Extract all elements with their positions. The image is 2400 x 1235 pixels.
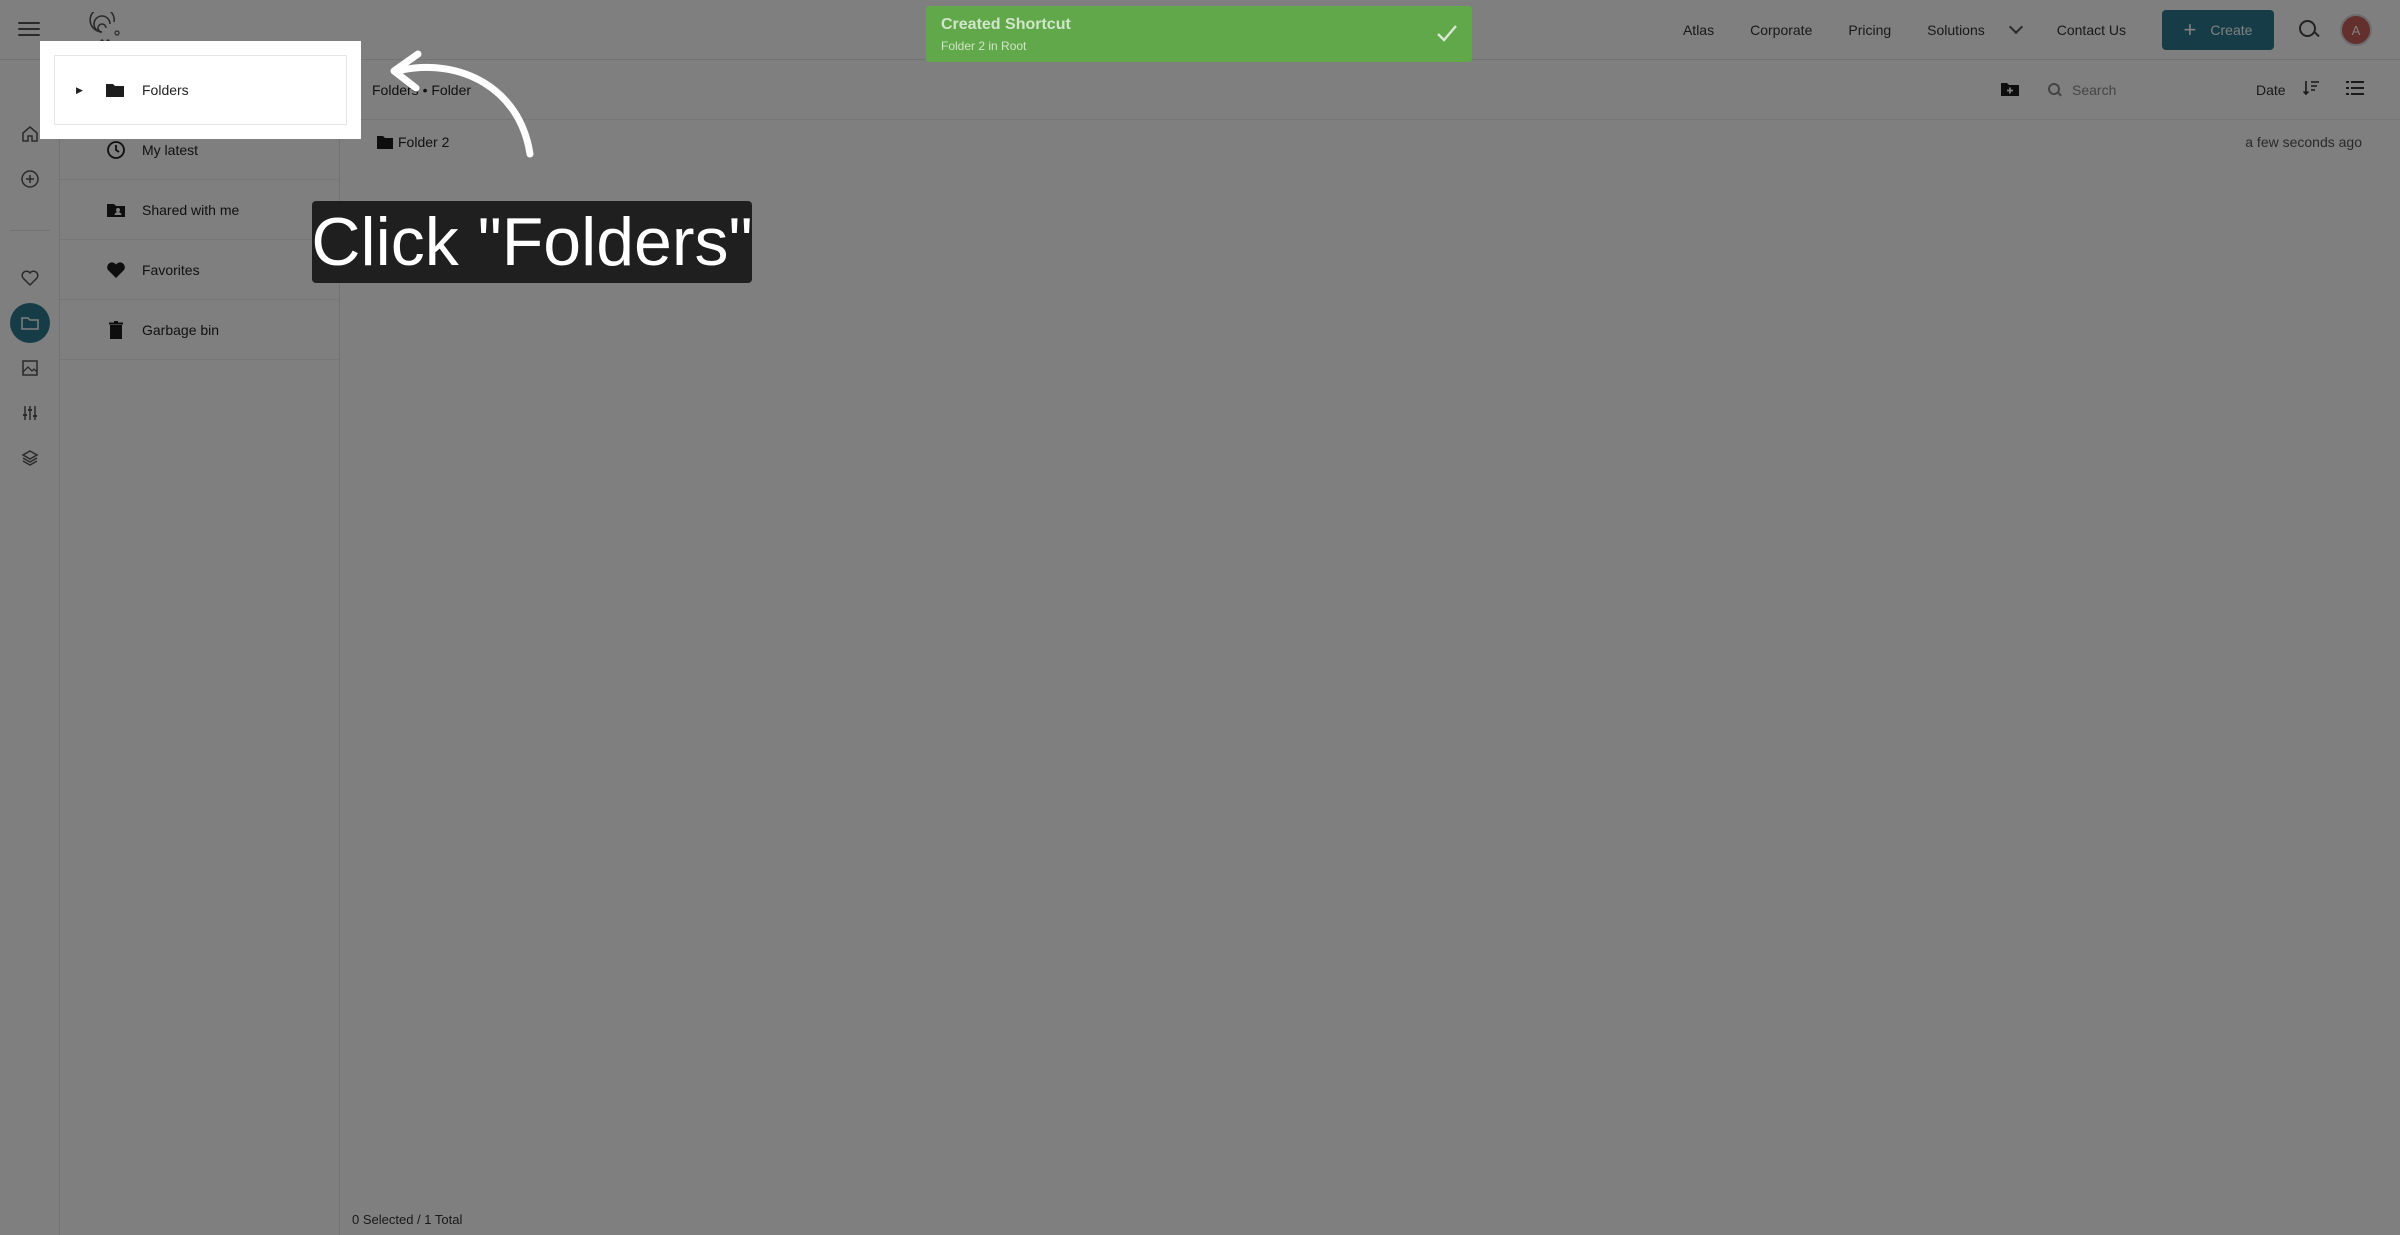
sliders-icon[interactable] (10, 393, 50, 433)
sidebar-item-shared[interactable]: Shared with me (60, 180, 339, 240)
create-button-label: Create (2210, 22, 2253, 38)
nav-link-corporate[interactable]: Corporate (1750, 22, 1812, 38)
clock-icon (107, 140, 125, 159)
instruction-callout: Click "Folders" (311, 201, 753, 283)
add-circle-icon[interactable] (10, 159, 50, 199)
pointer-arrow-icon (390, 50, 534, 158)
check-icon (1437, 25, 1457, 42)
heart-icon (107, 261, 125, 278)
rail-divider (10, 230, 50, 231)
side-panel: ▶ Folders My latest Shared with me Favor… (60, 60, 340, 1235)
highlight-box: ▶ Folders (40, 41, 361, 139)
search-icon (2048, 83, 2062, 97)
icon-rail (0, 60, 60, 1235)
sidebar-item-label: Shared with me (142, 201, 240, 218)
heart-icon[interactable] (10, 258, 50, 298)
sidebar-item-label: Favorites (142, 261, 200, 278)
nav-link-atlas[interactable]: Atlas (1683, 22, 1714, 38)
toast-notification: Created Shortcut Folder 2 in Root (926, 6, 1472, 62)
avatar[interactable]: A (2340, 14, 2372, 46)
sidebar-item-label: Garbage bin (142, 321, 220, 338)
toast-subtitle: Folder 2 in Root (941, 39, 1027, 53)
sidebar-item-folders-highlighted[interactable]: ▶ Folders (54, 55, 347, 125)
sidebar-item-label: My latest (142, 141, 199, 158)
folder-icon[interactable] (10, 303, 50, 343)
list-view-icon[interactable] (2346, 80, 2364, 96)
hamburger-menu-icon[interactable] (18, 18, 40, 40)
nav-link-pricing[interactable]: Pricing (1848, 22, 1891, 38)
image-icon[interactable] (10, 348, 50, 388)
nav-solutions-label: Solutions (1927, 22, 1985, 38)
sidebar-item-label: Folders (142, 82, 189, 98)
sort-icon[interactable] (2302, 79, 2320, 97)
toolbar: Folders • Folder Date (340, 60, 2400, 120)
nav-solutions-dropdown[interactable]: Solutions (1927, 19, 2023, 38)
shared-folder-icon (107, 203, 125, 217)
sidebar-item-garbage-bin[interactable]: Garbage bin (60, 300, 339, 360)
search-box[interactable] (2048, 75, 2228, 105)
sidebar-item-favorites[interactable]: Favorites (60, 240, 339, 300)
file-modified-date: a few seconds ago (2245, 134, 2362, 150)
selection-status: 0 Selected / 1 Total (352, 1212, 463, 1227)
expand-arrow-icon[interactable]: ▶ (76, 85, 83, 96)
plus-icon: + (2183, 17, 2197, 42)
toast-title: Created Shortcut (941, 16, 1071, 33)
sort-field-label[interactable]: Date (2256, 82, 2286, 98)
list-item[interactable]: Folder 2 a few seconds ago (340, 120, 2400, 164)
chevron-down-icon (2008, 19, 2023, 35)
top-navigation: Atlas Corporate Pricing Solutions Contac… (1683, 0, 2400, 60)
new-folder-icon[interactable] (2000, 80, 2020, 98)
search-icon[interactable] (2298, 19, 2320, 41)
folder-icon (106, 84, 124, 97)
search-input[interactable] (2072, 82, 2222, 98)
nav-link-contact[interactable]: Contact Us (2057, 22, 2126, 38)
trash-icon (109, 320, 123, 339)
layers-icon[interactable] (10, 438, 50, 478)
create-button[interactable]: + Create (2162, 10, 2274, 50)
